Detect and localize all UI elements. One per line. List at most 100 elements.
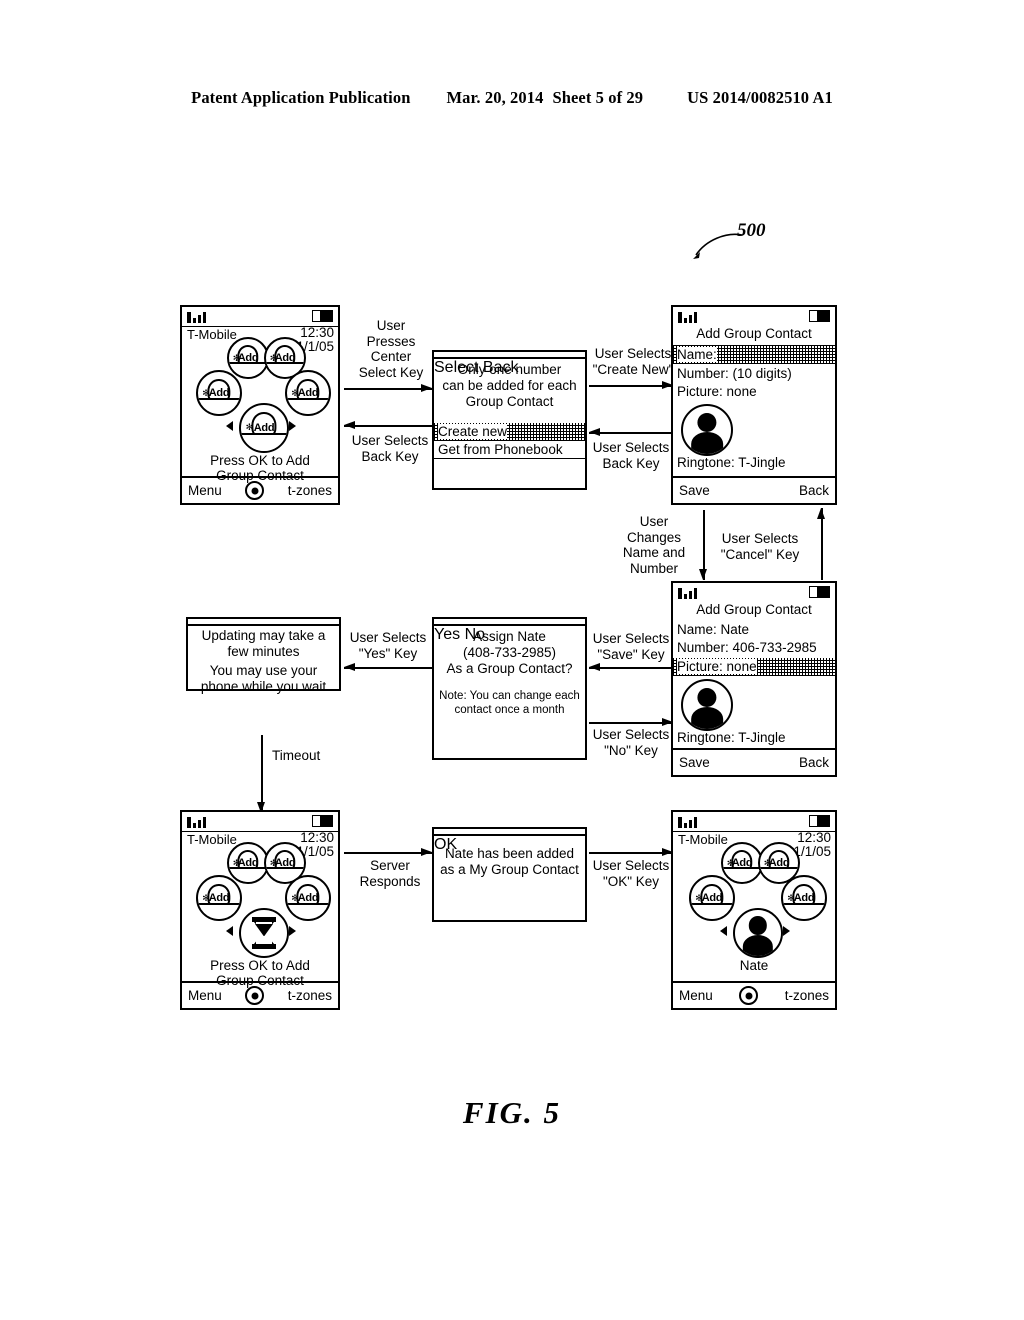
add-contact-bubble[interactable]: ✻ Add bbox=[285, 370, 331, 416]
hint-line-1: Press OK to Add bbox=[210, 958, 310, 973]
home-empty-screen[interactable]: T-Mobile 12:30 1/1/05 ✻ Add ✻ Add ✻ Add … bbox=[180, 305, 340, 505]
transition-press-center-select: User Presses Center Select Key bbox=[358, 318, 424, 380]
contact-added-dialog[interactable]: Nate has been added as a My Group Contac… bbox=[432, 827, 587, 922]
softkey-back[interactable]: Back bbox=[799, 483, 829, 498]
softkey-menu[interactable]: Menu bbox=[188, 483, 222, 498]
softkey-tzones[interactable]: t-zones bbox=[785, 988, 829, 1003]
time-label: 12:30 bbox=[300, 325, 334, 340]
contact-avatar-nate[interactable] bbox=[733, 908, 783, 958]
arrow-server-responds bbox=[344, 848, 432, 857]
source-menu-message: Only one number can be added for each Gr… bbox=[442, 362, 577, 409]
signal-strength-icon bbox=[187, 815, 209, 828]
assign-note: Note: You can change each contact once a… bbox=[439, 690, 580, 716]
assign-contact-confirm-dialog[interactable]: Assign Nate (408-733-2985) As a Group Co… bbox=[432, 617, 587, 760]
updating-message: Updating may take a few minutes bbox=[201, 628, 326, 659]
arrow-down-to-filled-form bbox=[699, 510, 708, 580]
status-bar bbox=[182, 812, 338, 832]
battery-icon bbox=[809, 815, 830, 827]
add-contact-bubble[interactable]: ✻ Add bbox=[285, 875, 331, 921]
number-source-menu[interactable]: Only one number can be added for each Gr… bbox=[432, 350, 587, 490]
bubble-base bbox=[783, 902, 825, 919]
bubble-base bbox=[723, 867, 761, 882]
bubble-base bbox=[287, 902, 329, 919]
add-contact-bubble[interactable]: ✻ Add bbox=[227, 337, 269, 379]
nav-right-arrow-icon[interactable] bbox=[289, 421, 296, 431]
add-contact-bubble[interactable]: ✻ Add bbox=[196, 875, 242, 921]
transition-changes-name-number: User Changes Name and Number bbox=[622, 514, 686, 576]
field-name[interactable]: Name: Nate bbox=[673, 621, 835, 639]
nav-left-arrow-icon[interactable] bbox=[720, 926, 727, 936]
softkey-menu[interactable]: Menu bbox=[188, 988, 222, 1003]
hourglass-glyph bbox=[252, 917, 276, 949]
nav-left-arrow-icon[interactable] bbox=[226, 421, 233, 431]
field-picture[interactable]: Picture: none bbox=[673, 383, 835, 401]
softkey-tzones[interactable]: t-zones bbox=[288, 988, 332, 1003]
ok-key-icon[interactable] bbox=[245, 481, 265, 500]
dialog-top-divider bbox=[434, 829, 585, 836]
add-label: Add bbox=[793, 892, 815, 904]
menu-item-get-from-phonebook[interactable]: Get from Phonebook bbox=[434, 441, 585, 459]
field-number[interactable]: Number: (10 digits) bbox=[673, 365, 835, 383]
ok-key-icon[interactable] bbox=[739, 986, 759, 1005]
ok-key-icon[interactable] bbox=[245, 986, 265, 1005]
hourglass-icon bbox=[239, 908, 289, 958]
arrow-timeout bbox=[257, 735, 266, 813]
add-group-contact-filled[interactable]: Add Group Contact Name: Nate Number: 406… bbox=[671, 581, 837, 777]
add-label: Add bbox=[208, 892, 230, 904]
arrow-to-assign-confirm bbox=[589, 663, 673, 672]
field-ringtone[interactable]: Ringtone: T-Jingle bbox=[677, 455, 786, 470]
field-name[interactable]: Name: bbox=[673, 346, 835, 364]
hint-line-1: Press OK to Add bbox=[210, 453, 310, 468]
contact-avatar-placeholder[interactable] bbox=[681, 679, 733, 731]
bubble-base bbox=[241, 433, 287, 451]
home-with-contact-screen[interactable]: T-Mobile 12:30 1/1/05 ✻ Add ✻ Add ✻ Add … bbox=[671, 810, 837, 1010]
transition-back-key-1: User Selects Back Key bbox=[351, 433, 429, 464]
add-contact-bubble[interactable]: ✻ Add bbox=[781, 875, 827, 921]
transition-timeout: Timeout bbox=[272, 748, 321, 763]
transition-server-responds: Server Responds bbox=[359, 858, 421, 889]
add-contact-bubble[interactable]: ✻ Add bbox=[721, 842, 763, 884]
dialog-top-divider bbox=[434, 619, 585, 626]
signal-strength-icon bbox=[678, 310, 700, 323]
menu-item-create-new[interactable]: Create new bbox=[434, 423, 585, 441]
status-bar bbox=[182, 307, 338, 327]
add-label: Add bbox=[297, 892, 319, 904]
publication-header: Patent Application Publication Mar. 20, … bbox=[0, 88, 1024, 108]
softkey-menu[interactable]: Menu bbox=[679, 988, 713, 1003]
time-label: 12:30 bbox=[300, 830, 334, 845]
add-contact-bubble[interactable]: ✻ Add bbox=[196, 370, 242, 416]
add-label: Add bbox=[731, 857, 753, 869]
softkey-tzones[interactable]: t-zones bbox=[288, 483, 332, 498]
nav-left-arrow-icon[interactable] bbox=[226, 926, 233, 936]
field-picture[interactable]: Picture: none bbox=[673, 658, 835, 676]
nav-right-arrow-icon[interactable] bbox=[783, 926, 790, 936]
battery-icon bbox=[312, 310, 333, 322]
avatar-body bbox=[691, 431, 723, 454]
form-title: Add Group Contact bbox=[696, 602, 812, 617]
updating-submessage: You may use your phone while you wait bbox=[200, 663, 327, 694]
add-label: Add bbox=[237, 857, 259, 869]
transition-yes-key: User Selects "Yes" Key bbox=[349, 630, 427, 661]
battery-icon bbox=[312, 815, 333, 827]
dialog-top-divider bbox=[434, 352, 585, 359]
add-contact-bubble[interactable]: ✻ Add bbox=[689, 875, 735, 921]
status-bar bbox=[673, 307, 835, 326]
transition-back-key-2: User Selects Back Key bbox=[592, 440, 670, 471]
bubble-base bbox=[198, 902, 240, 919]
softkey-save[interactable]: Save bbox=[679, 755, 710, 770]
avatar-head bbox=[748, 916, 768, 935]
add-label: Add bbox=[297, 387, 319, 399]
battery-icon bbox=[809, 586, 830, 598]
add-group-contact-empty[interactable]: Add Group Contact Name: Number: (10 digi… bbox=[671, 305, 837, 505]
add-contact-bubble[interactable]: ✻ Add bbox=[227, 842, 269, 884]
add-contact-bubble-center[interactable]: ✻ Add bbox=[239, 403, 289, 453]
softkey-back[interactable]: Back bbox=[799, 755, 829, 770]
field-ringtone[interactable]: Ringtone: T-Jingle bbox=[677, 730, 786, 745]
field-number[interactable]: Number: 406-733-2985 bbox=[673, 639, 835, 657]
softkey-bar: Menu t-zones bbox=[182, 476, 338, 503]
transition-save-key: User Selects "Save" Key bbox=[592, 631, 670, 662]
contact-avatar-placeholder[interactable] bbox=[681, 404, 733, 456]
nav-right-arrow-icon[interactable] bbox=[289, 926, 296, 936]
home-waiting-screen[interactable]: T-Mobile 12:30 1/1/05 ✻ Add ✻ Add ✻ Add … bbox=[180, 810, 340, 1010]
softkey-save[interactable]: Save bbox=[679, 483, 710, 498]
